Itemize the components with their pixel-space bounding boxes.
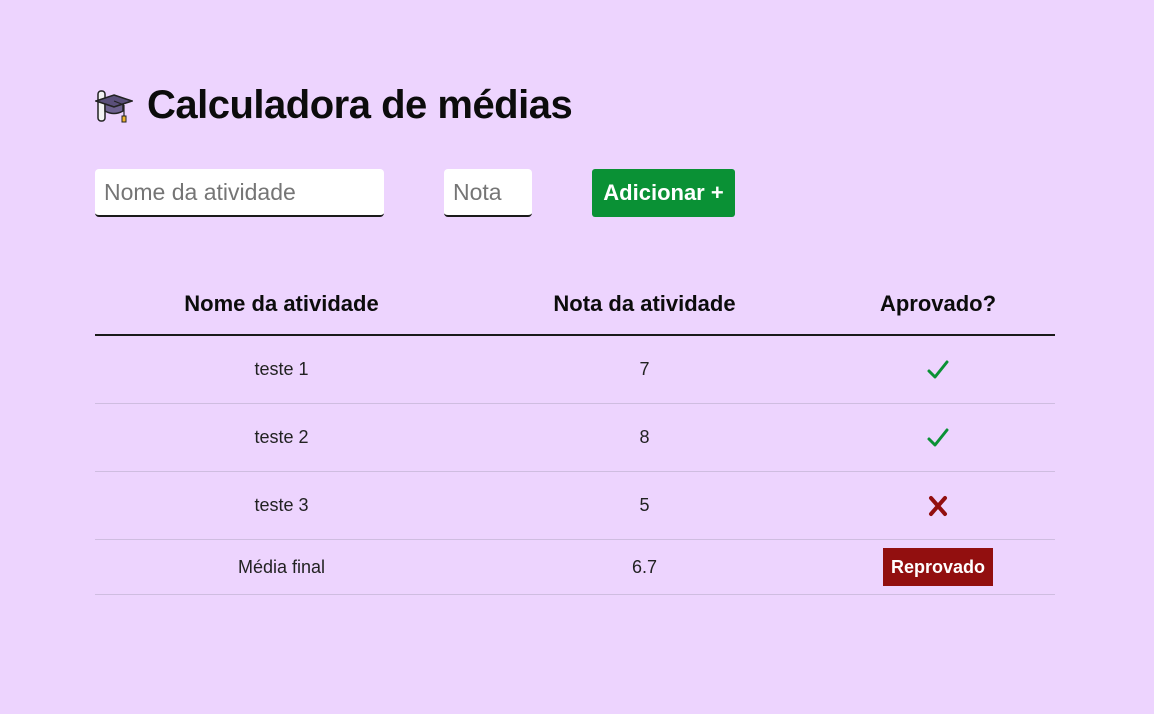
table-row: teste 3 5 <box>95 471 1055 540</box>
final-result-cell: Reprovado <box>821 539 1055 595</box>
activity-name-cell: teste 2 <box>95 403 468 472</box>
final-average-value: 6.7 <box>468 539 821 595</box>
activity-name-cell: teste 3 <box>95 471 468 540</box>
add-button[interactable]: Adicionar + <box>592 169 735 217</box>
table-row: teste 2 8 <box>95 403 1055 472</box>
column-header-name: Nome da atividade <box>95 274 468 336</box>
cross-icon <box>926 494 950 518</box>
check-icon <box>926 426 950 450</box>
table-row: teste 1 7 <box>95 335 1055 404</box>
activity-name-input[interactable] <box>95 169 384 217</box>
activity-name-cell: teste 1 <box>95 335 468 404</box>
approved-cell <box>821 403 1055 472</box>
approved-cell <box>821 335 1055 404</box>
approved-cell <box>821 471 1055 540</box>
check-icon <box>926 358 950 382</box>
activity-grade-cell: 8 <box>468 403 821 472</box>
column-header-grade: Nota da atividade <box>468 274 821 336</box>
table-header-row: Nome da atividade Nota da atividade Apro… <box>95 274 1055 336</box>
activity-grade-cell: 7 <box>468 335 821 404</box>
final-average-row: Média final 6.7 Reprovado <box>95 539 1055 595</box>
graduation-cap-icon <box>93 85 135 125</box>
result-badge: Reprovado <box>882 548 994 586</box>
column-header-approved: Aprovado? <box>821 274 1055 336</box>
header: Calculadora de médias <box>93 80 573 130</box>
page-title: Calculadora de médias <box>147 82 573 127</box>
final-average-label: Média final <box>95 539 468 595</box>
activity-grade-input[interactable] <box>444 169 532 217</box>
grades-table: Nome da atividade Nota da atividade Apro… <box>95 274 1055 595</box>
activity-form: Adicionar + <box>95 169 735 217</box>
activity-grade-cell: 5 <box>468 471 821 540</box>
